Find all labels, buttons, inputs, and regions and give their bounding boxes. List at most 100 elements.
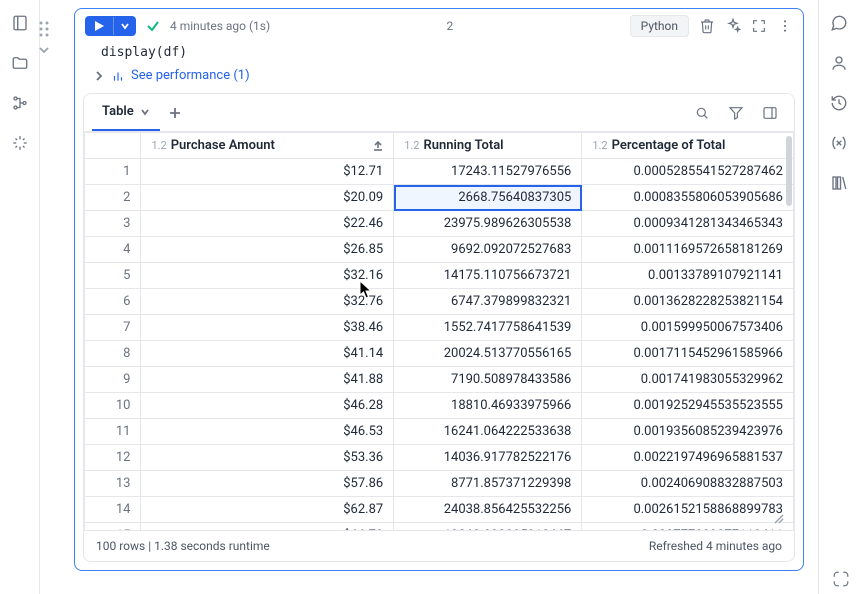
row-number[interactable]: 6 — [85, 289, 141, 315]
cell-percentage-of-total[interactable]: 0.0022197496965881537 — [582, 445, 794, 471]
table-row[interactable]: 6$32.766747.3798998323210.00136282282538… — [85, 289, 794, 315]
cell-running-total[interactable]: 20024.513770556165 — [394, 341, 582, 367]
panel-toggle-icon[interactable] — [762, 105, 778, 121]
row-number[interactable]: 4 — [85, 237, 141, 263]
column-header-percentage-of-total[interactable]: 1.2Percentage of Total — [582, 133, 794, 159]
cell-purchase-amount[interactable]: $26.85 — [141, 237, 394, 263]
row-number[interactable]: 15 — [85, 523, 141, 531]
user-icon[interactable] — [830, 54, 848, 72]
table-row[interactable]: 5$32.1614175.1107566737210.0013378910792… — [85, 263, 794, 289]
resize-handle-icon[interactable] — [772, 512, 784, 524]
comment-icon[interactable] — [830, 14, 848, 32]
cell-running-total[interactable]: 23975.989626305538 — [394, 211, 582, 237]
sparkle-icon[interactable] — [11, 134, 29, 152]
library-icon[interactable] — [830, 174, 848, 192]
cell-percentage-of-total[interactable]: 0.0019252945535523555 — [582, 393, 794, 419]
cell-purchase-amount[interactable]: $41.88 — [141, 367, 394, 393]
column-header-running-total[interactable]: 1.2Running Total — [394, 133, 582, 159]
cell-running-total[interactable]: 17243.11527976556 — [394, 159, 582, 185]
vertical-scrollbar[interactable] — [786, 136, 792, 206]
keyboard-shortcuts-icon[interactable] — [832, 570, 850, 588]
variables-icon[interactable] — [830, 134, 848, 152]
schema-icon[interactable] — [11, 94, 29, 112]
code-editor[interactable]: display(df) — [75, 43, 803, 64]
row-number[interactable]: 13 — [85, 471, 141, 497]
cell-percentage-of-total[interactable]: 0.0005285541527287462 — [582, 159, 794, 185]
trash-icon[interactable] — [699, 18, 715, 34]
table-row[interactable]: 10$46.2818810.469339759660.0019252945535… — [85, 393, 794, 419]
tab-table[interactable]: Table — [92, 94, 160, 131]
drag-handle-icon[interactable] — [38, 20, 50, 38]
history-icon[interactable] — [830, 94, 848, 112]
cell-percentage-of-total[interactable]: 0.001741983055329962 — [582, 367, 794, 393]
search-icon[interactable] — [694, 105, 710, 121]
cell-running-total[interactable]: 24038.856425532256 — [394, 497, 582, 523]
cell-running-total[interactable]: 1552.7417758641539 — [394, 315, 582, 341]
table-row[interactable]: 4$26.859692.0920725276830.00111695726581… — [85, 237, 794, 263]
cell-percentage-of-total[interactable]: 0.0008355806053905686 — [582, 185, 794, 211]
row-number[interactable]: 2 — [85, 185, 141, 211]
table-row[interactable]: 15$66.7819062.8933859136670.002777829277… — [85, 523, 794, 531]
cell-running-total[interactable]: 14036.917782522176 — [394, 445, 582, 471]
cell-running-total[interactable]: 2668.75640837305 — [394, 185, 582, 211]
cell-purchase-amount[interactable]: $57.86 — [141, 471, 394, 497]
kebab-icon[interactable] — [777, 18, 793, 34]
cell-running-total[interactable]: 14175.110756673721 — [394, 263, 582, 289]
cell-purchase-amount[interactable]: $41.14 — [141, 341, 394, 367]
table-row[interactable]: 9$41.887190.5089784335860.00174198305532… — [85, 367, 794, 393]
folder-icon[interactable] — [11, 54, 29, 72]
table-row[interactable]: 12$53.3614036.9177825221760.002219749696… — [85, 445, 794, 471]
row-number[interactable]: 14 — [85, 497, 141, 523]
cell-percentage-of-total[interactable]: 0.002406908832887503 — [582, 471, 794, 497]
cell-purchase-amount[interactable]: $66.78 — [141, 523, 394, 531]
cell-percentage-of-total[interactable]: 0.00133789107921141 — [582, 263, 794, 289]
notebook-icon[interactable] — [11, 14, 29, 32]
row-number[interactable]: 9 — [85, 367, 141, 393]
language-selector[interactable]: Python — [630, 15, 689, 37]
filter-icon[interactable] — [728, 105, 744, 121]
row-number[interactable]: 10 — [85, 393, 141, 419]
cell-running-total[interactable]: 9692.092072527683 — [394, 237, 582, 263]
table-row[interactable]: 14$62.8724038.8564255322560.002615215886… — [85, 497, 794, 523]
cell-purchase-amount[interactable]: $46.53 — [141, 419, 394, 445]
row-number[interactable]: 7 — [85, 315, 141, 341]
see-performance-link[interactable]: See performance (1) — [111, 68, 250, 83]
cell-percentage-of-total[interactable]: 0.0011169572658181269 — [582, 237, 794, 263]
row-number[interactable]: 11 — [85, 419, 141, 445]
table-row[interactable]: 13$57.868771.8573712293980.0024069088328… — [85, 471, 794, 497]
chevron-down-icon[interactable] — [140, 107, 150, 117]
cell-purchase-amount[interactable]: $20.09 — [141, 185, 394, 211]
cell-purchase-amount[interactable]: $12.71 — [141, 159, 394, 185]
row-number[interactable]: 8 — [85, 341, 141, 367]
cell-running-total[interactable]: 16241.064222533638 — [394, 419, 582, 445]
cell-percentage-of-total[interactable]: 0.0026152158868899783 — [582, 497, 794, 523]
row-number[interactable]: 5 — [85, 263, 141, 289]
row-number[interactable]: 3 — [85, 211, 141, 237]
run-button[interactable] — [85, 16, 136, 36]
cell-percentage-of-total[interactable]: 0.0013628228253821154 — [582, 289, 794, 315]
cell-percentage-of-total[interactable]: 0.0009341281343465343 — [582, 211, 794, 237]
ai-sparkle-icon[interactable] — [725, 18, 741, 34]
row-number-header[interactable] — [85, 133, 141, 159]
chevron-right-icon[interactable] — [93, 70, 105, 82]
row-number[interactable]: 1 — [85, 159, 141, 185]
cell-purchase-amount[interactable]: $22.46 — [141, 211, 394, 237]
expand-icon[interactable] — [751, 18, 767, 34]
add-tab-button[interactable] — [160, 98, 190, 128]
table-row[interactable]: 3$22.4623975.9896263055380.0009341281343… — [85, 211, 794, 237]
cell-purchase-amount[interactable]: $53.36 — [141, 445, 394, 471]
cell-percentage-of-total[interactable]: 0.0019356085239423976 — [582, 419, 794, 445]
cell-running-total[interactable]: 7190.508978433586 — [394, 367, 582, 393]
cell-purchase-amount[interactable]: $32.76 — [141, 289, 394, 315]
cell-purchase-amount[interactable]: $32.16 — [141, 263, 394, 289]
table-row[interactable]: 7$38.461552.74177586415390.0015999500675… — [85, 315, 794, 341]
cell-purchase-amount[interactable]: $46.28 — [141, 393, 394, 419]
run-dropdown-icon[interactable] — [113, 17, 136, 35]
sort-asc-icon[interactable] — [371, 139, 385, 153]
cell-percentage-of-total[interactable]: 0.002777829277119411 — [582, 523, 794, 531]
cell-purchase-amount[interactable]: $38.46 — [141, 315, 394, 341]
cell-percentage-of-total[interactable]: 0.001599950067573406 — [582, 315, 794, 341]
table-row[interactable]: 2$20.092668.756408373050.000835580605390… — [85, 185, 794, 211]
cell-running-total[interactable]: 19062.893385913667 — [394, 523, 582, 531]
cell-running-total[interactable]: 8771.857371229398 — [394, 471, 582, 497]
